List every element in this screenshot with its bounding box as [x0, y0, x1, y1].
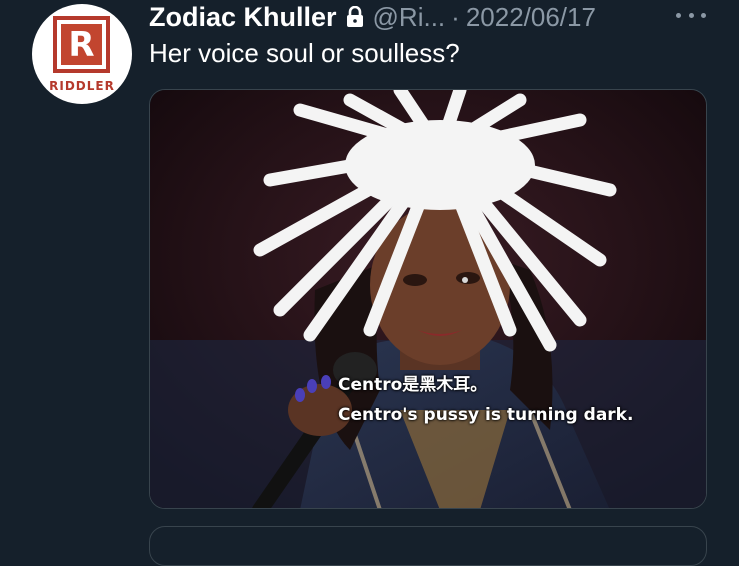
tweet-header: Zodiac Khuller @Ri... · 2022/06/17: [149, 0, 596, 34]
tweet-text: Her voice soul or soulless?: [149, 38, 460, 68]
tweet-media[interactable]: [149, 89, 707, 509]
tweet-date[interactable]: 2022/06/17: [466, 2, 596, 33]
display-name[interactable]: Zodiac Khuller: [149, 2, 337, 33]
avatar-logo-text: RIDDLER: [49, 79, 115, 93]
more-options-icon[interactable]: [676, 4, 706, 26]
lock-icon: [345, 6, 365, 28]
avatar-logo: R: [53, 16, 110, 73]
media-caption-line2: Centro's pussy is turning dark.: [338, 405, 634, 425]
user-handle[interactable]: @Ri...: [373, 2, 446, 33]
avatar-letter: R: [61, 24, 102, 65]
separator-dot: ·: [451, 1, 460, 32]
avatar[interactable]: R RIDDLER: [32, 4, 132, 104]
media-photo: [150, 90, 706, 508]
media-caption-line1: Centro是黑木耳。: [338, 375, 488, 395]
next-media-card[interactable]: [149, 526, 707, 566]
